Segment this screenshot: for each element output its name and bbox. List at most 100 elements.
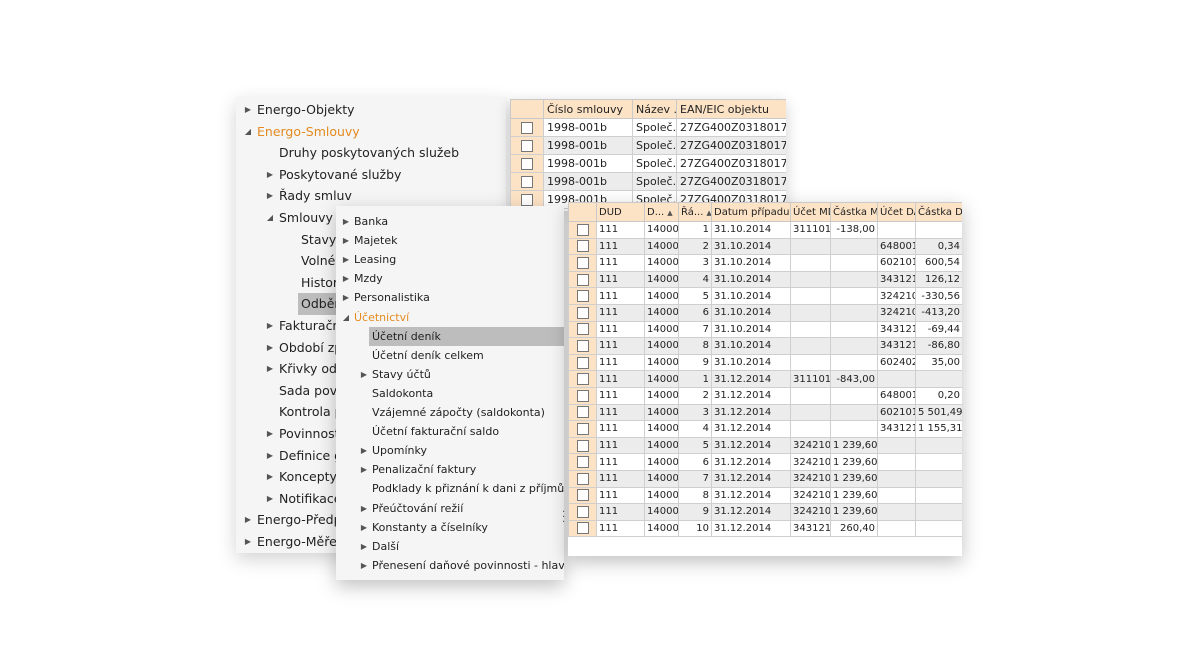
column-header-d[interactable]: D... ▲	[644, 202, 679, 222]
triangle-down-icon[interactable]: ◢	[340, 308, 352, 327]
tree-item-leasing[interactable]: ▶ Leasing	[336, 250, 564, 269]
table-row[interactable]: 111140000131.10.2014311101-138,00	[568, 221, 962, 239]
table-row[interactable]: 111140001931.12.20143242101 239,60	[568, 503, 962, 521]
tree-item-poskytovane-sluzby[interactable]: ▶ Poskytované služby	[236, 164, 506, 185]
row-checkbox[interactable]	[576, 505, 589, 518]
tree-item-podklady-k-priznani-k-dani-z-prijmu-pravn[interactable]: Podklady k přiznání k dani z příjmů práv…	[336, 479, 564, 498]
tree-item-rady-smluv[interactable]: ▶ Řady smluv	[236, 185, 506, 206]
triangle-right-icon[interactable]: ▶	[264, 445, 276, 466]
tree-item-vzajemne-zapocty-saldokonta[interactable]: Vzájemné zápočty (saldokonta)	[336, 403, 564, 422]
select-all-column-header[interactable]	[510, 99, 544, 119]
row-checkbox[interactable]	[576, 522, 589, 535]
triangle-right-icon[interactable]: ▶	[264, 337, 276, 358]
triangle-right-icon[interactable]: ▶	[358, 365, 370, 384]
triangle-right-icon[interactable]: ▶	[358, 441, 370, 460]
triangle-right-icon[interactable]: ▶	[264, 164, 276, 185]
row-checkbox[interactable]	[576, 439, 589, 452]
column-header-cislo-smlouvy[interactable]: Číslo smlouvy	[543, 99, 633, 119]
tree-item-personalistika[interactable]: ▶ Personalistika	[336, 288, 564, 307]
triangle-right-icon[interactable]: ▶	[340, 250, 352, 269]
table-row[interactable]: 111140000331.10.2014 602101600,54	[568, 254, 962, 272]
table-row[interactable]: 111140000631.10.2014 324210-413,20	[568, 303, 962, 322]
tree-item-mzdy[interactable]: ▶ Mzdy	[336, 269, 564, 288]
tree-item-ucetni-fakturacni-saldo[interactable]: Účetní fakturační saldo	[336, 422, 564, 441]
column-header-nazev[interactable]: Název ...	[632, 99, 677, 119]
triangle-down-icon[interactable]: ◢	[242, 121, 254, 142]
row-checkbox[interactable]	[576, 389, 589, 402]
triangle-right-icon[interactable]: ▶	[358, 518, 370, 537]
column-header-ucet-dal[interactable]: Účet DAL	[877, 202, 916, 222]
triangle-right-icon[interactable]: ▶	[264, 488, 276, 509]
table-row[interactable]: 111140000731.10.2014 343121-69,44	[568, 320, 962, 339]
table-row[interactable]: 111140001131.12.2014311101-843,00	[568, 370, 962, 388]
table-row[interactable]: 1998-001bSpoleč...27ZG400Z0318017D	[510, 172, 786, 191]
row-checkbox[interactable]	[576, 456, 589, 469]
table-row[interactable]: 111140000931.10.2014 60240235,00	[568, 353, 962, 372]
tree-item-konstanty-a-ciselniky[interactable]: ▶ Konstanty a číselníky	[336, 518, 564, 537]
tree-item-energo-smlouvy[interactable]: ◢ Energo-Smlouvy	[236, 121, 506, 142]
triangle-right-icon[interactable]: ▶	[242, 99, 254, 120]
row-checkbox[interactable]	[521, 194, 533, 206]
table-row[interactable]: 1111400011031.12.2014343121260,40	[568, 519, 962, 538]
triangle-right-icon[interactable]: ▶	[358, 537, 370, 556]
tree-item-preneseni-danove-povinnosti-hlavicka[interactable]: ▶Přenesení daňové povinnosti - hlavička	[336, 556, 564, 575]
triangle-right-icon[interactable]: ▶	[264, 358, 276, 379]
row-checkbox[interactable]	[576, 306, 589, 319]
table-row[interactable]: 111140000431.10.2014 343121126,12	[568, 270, 962, 289]
column-header-castka-md[interactable]: Částka MD	[830, 202, 878, 222]
row-checkbox[interactable]	[521, 122, 533, 134]
table-row[interactable]: 111140000531.10.2014 324210-330,56	[568, 287, 962, 305]
triangle-right-icon[interactable]: ▶	[340, 288, 352, 307]
table-row[interactable]: 111140001431.12.2014 3431211 155,31	[568, 420, 962, 438]
triangle-right-icon[interactable]: ▶	[340, 269, 352, 288]
row-checkbox[interactable]	[521, 158, 533, 170]
row-checkbox[interactable]	[576, 373, 589, 386]
row-checkbox[interactable]	[576, 472, 589, 485]
table-row[interactable]: 1998-001bSpoleč...27ZG400Z0318017D	[510, 118, 786, 137]
column-header-datum-pripadu[interactable]: Datum případu	[711, 202, 791, 222]
table-row[interactable]: 111140001231.12.2014 6480010,20	[568, 386, 962, 405]
row-checkbox[interactable]	[576, 290, 589, 303]
row-checkbox[interactable]	[576, 406, 589, 419]
triangle-right-icon[interactable]: ▶	[242, 509, 254, 530]
column-header-castka-dal[interactable]: Částka DAL	[915, 202, 962, 222]
tree-item-ucetni-denik[interactable]: Účetní deník	[336, 326, 564, 346]
table-row[interactable]: 1998-001bSpoleč...27ZG400Z0318017D	[510, 136, 786, 155]
tree-item-upominky[interactable]: ▶ Upomínky	[336, 441, 564, 460]
triangle-right-icon[interactable]: ▶	[340, 212, 352, 231]
row-checkbox[interactable]	[576, 223, 589, 236]
triangle-right-icon[interactable]: ▶	[264, 423, 276, 444]
tree-item-banka[interactable]: ▶ Banka	[336, 212, 564, 231]
row-checkbox[interactable]	[576, 273, 589, 286]
tree-item-saldokonta[interactable]: Saldokonta	[336, 384, 564, 403]
tree-item-stavy-uctu[interactable]: ▶ Stavy účtů	[336, 365, 564, 384]
column-header-ucet-md[interactable]: Účet MD	[790, 202, 831, 222]
table-row[interactable]: 111140000831.10.2014 343121-86,80	[568, 337, 962, 355]
row-checkbox[interactable]	[576, 489, 589, 502]
triangle-right-icon[interactable]: ▶	[340, 231, 352, 250]
tree-item-energo-objekty[interactable]: ▶ Energo-Objekty	[236, 99, 506, 120]
row-checkbox[interactable]	[576, 356, 589, 369]
tree-item-ucetni-denik-celkem[interactable]: Účetní deník celkem	[336, 346, 564, 365]
triangle-right-icon[interactable]: ▶	[264, 315, 276, 336]
tree-item-dalsi[interactable]: ▶ Další	[336, 537, 564, 556]
table-row[interactable]: 111140001631.12.20143242101 239,60	[568, 453, 962, 471]
tree-item-ucetnictvi[interactable]: ◢ Účetnictví	[336, 308, 564, 327]
triangle-right-icon[interactable]: ▶	[264, 185, 276, 206]
table-row[interactable]: 111140001731.12.20143242101 239,60	[568, 469, 962, 488]
column-header-ra[interactable]: Řá... ▲	[678, 202, 712, 222]
table-row[interactable]: 111140001831.12.20143242101 239,60	[568, 486, 962, 505]
table-row[interactable]: 111140000231.10.2014 6480010,34	[568, 237, 962, 256]
row-checkbox[interactable]	[576, 323, 589, 336]
triangle-right-icon[interactable]: ▶	[242, 531, 254, 552]
table-row[interactable]: 111140001531.12.20143242101 239,60	[568, 436, 962, 455]
triangle-right-icon[interactable]: ▶	[358, 499, 370, 518]
row-checkbox[interactable]	[576, 339, 589, 352]
tree-item-preuctovani-rezii[interactable]: ▶ Přeúčtování režií	[336, 499, 564, 518]
tree-item-penalizacni-faktury[interactable]: ▶ Penalizační faktury	[336, 460, 564, 479]
row-checkbox[interactable]	[521, 140, 533, 152]
triangle-right-icon[interactable]: ▶	[264, 466, 276, 487]
tree-item-druhy-poskytovanych-sluzeb[interactable]: Druhy poskytovaných služeb	[236, 142, 506, 163]
column-header-dud[interactable]: DUD	[596, 202, 645, 222]
row-checkbox[interactable]	[576, 256, 589, 269]
